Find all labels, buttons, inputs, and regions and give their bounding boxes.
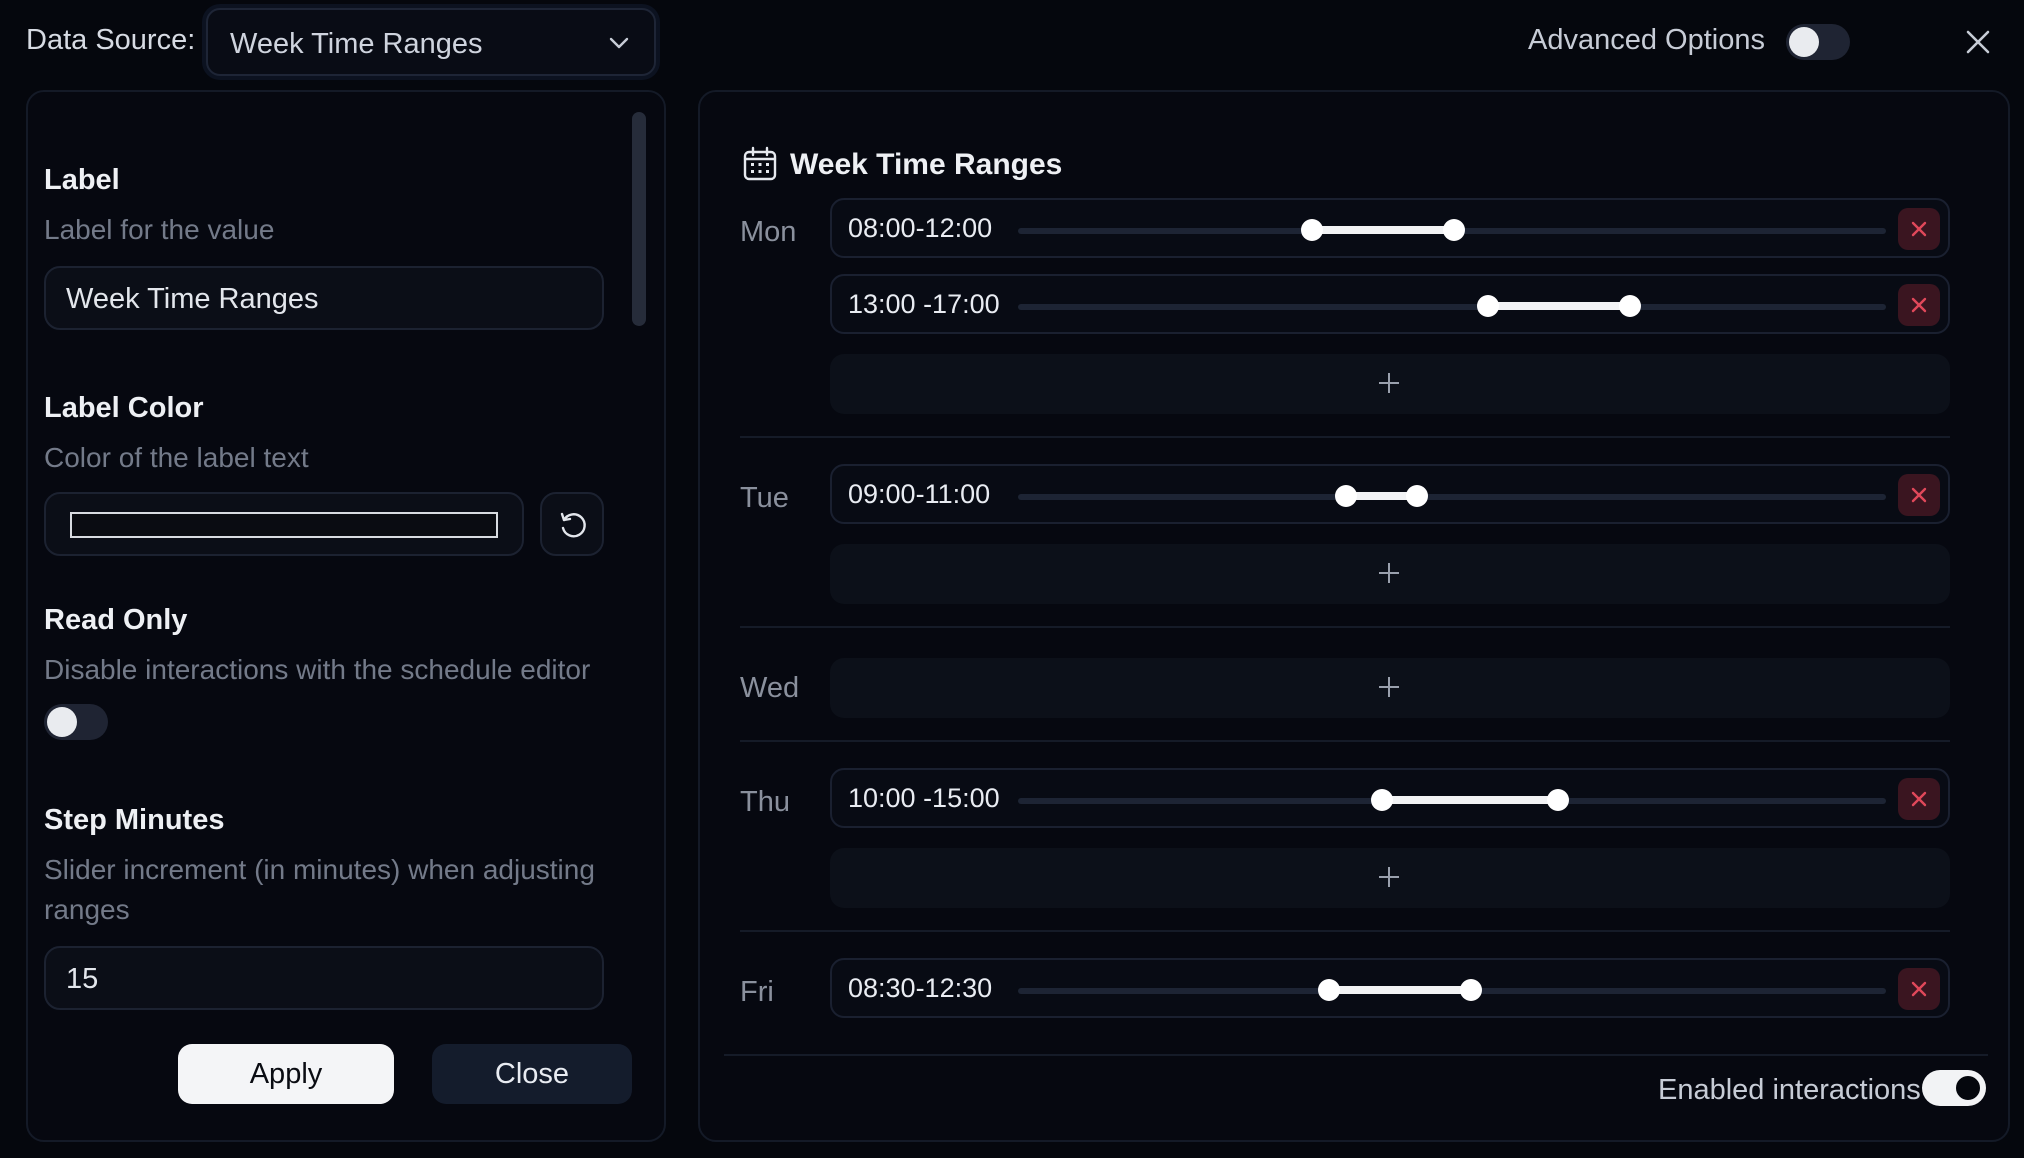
delete-icon xyxy=(1911,297,1927,313)
time-range-row: 13:00 -17:00 xyxy=(830,274,1950,334)
read-only-title: Read Only xyxy=(44,604,188,636)
step-minutes-title: Step Minutes xyxy=(44,804,225,836)
advanced-options-toggle[interactable] xyxy=(1786,24,1850,60)
delete-range-button[interactable] xyxy=(1898,284,1940,326)
data-source-select[interactable]: Week Time Ranges xyxy=(206,8,656,76)
day-label-tue: Tue xyxy=(740,482,789,514)
delete-range-button[interactable] xyxy=(1898,208,1940,250)
delete-icon xyxy=(1911,791,1927,807)
read-only-toggle[interactable] xyxy=(44,704,108,740)
label-input-value: Week Time Ranges xyxy=(66,283,319,315)
range-start-handle[interactable] xyxy=(1371,789,1393,811)
range-start-handle[interactable] xyxy=(1335,485,1357,507)
range-end-handle[interactable] xyxy=(1443,219,1465,241)
range-slider-track[interactable] xyxy=(1018,494,1886,500)
label-color-input[interactable] xyxy=(44,492,524,556)
data-source-label: Data Source: xyxy=(26,24,196,56)
range-time-text: 08:30-12:30 xyxy=(848,973,993,1003)
delete-range-button[interactable] xyxy=(1898,474,1940,516)
plus-icon xyxy=(1379,563,1399,583)
calendar-icon xyxy=(743,146,777,181)
label-input[interactable]: Week Time Ranges xyxy=(44,266,604,330)
plus-icon xyxy=(1379,867,1399,887)
chevron-down-icon xyxy=(609,37,629,49)
enabled-interactions-toggle[interactable] xyxy=(1922,1070,1986,1106)
delete-icon xyxy=(1911,981,1927,997)
step-minutes-input[interactable]: 15 xyxy=(44,946,604,1010)
schedule-panel: Week Time Ranges Mon 08:00-12:00 13:00 -… xyxy=(698,90,2010,1142)
read-only-description: Disable interactions with the schedule e… xyxy=(44,654,591,685)
time-range-row: 08:30-12:30 xyxy=(830,958,1950,1018)
toggle-knob xyxy=(47,707,77,737)
day-label-mon: Mon xyxy=(740,216,797,248)
color-swatch xyxy=(70,512,498,538)
day-divider xyxy=(740,930,1950,932)
range-end-handle[interactable] xyxy=(1619,295,1641,317)
add-range-button[interactable] xyxy=(830,658,1950,718)
settings-scrollbar[interactable] xyxy=(632,112,646,326)
plus-icon xyxy=(1379,677,1399,697)
range-start-handle[interactable] xyxy=(1477,295,1499,317)
delete-icon xyxy=(1911,221,1927,237)
delete-range-button[interactable] xyxy=(1898,968,1940,1010)
day-label-fri: Fri xyxy=(740,976,774,1008)
label-description: Label for the value xyxy=(44,214,275,245)
range-slider-fill xyxy=(1312,226,1454,234)
top-bar: Data Source: Week Time Ranges Advanced O… xyxy=(0,0,2024,86)
reset-icon xyxy=(560,512,586,538)
settings-panel: Label Label for the value Week Time Rang… xyxy=(26,90,666,1142)
range-slider-fill xyxy=(1382,796,1558,804)
range-slider-fill xyxy=(1488,302,1630,310)
day-label-wed: Wed xyxy=(740,672,800,704)
close-icon[interactable] xyxy=(1962,26,1994,58)
reset-color-button[interactable] xyxy=(540,492,604,556)
range-slider-fill xyxy=(1329,986,1471,994)
time-range-row: 09:00-11:00 xyxy=(830,464,1950,524)
range-start-handle[interactable] xyxy=(1318,979,1340,1001)
close-button[interactable]: Close xyxy=(432,1044,632,1104)
label-color-description: Color of the label text xyxy=(44,442,309,473)
range-start-handle[interactable] xyxy=(1301,219,1323,241)
label-title: Label xyxy=(44,164,120,196)
add-range-button[interactable] xyxy=(830,544,1950,604)
enabled-interactions-label: Enabled interactions xyxy=(1658,1074,1921,1106)
plus-icon xyxy=(1379,373,1399,393)
step-minutes-description: Slider increment (in minutes) when adjus… xyxy=(44,854,595,925)
day-divider xyxy=(740,436,1950,438)
label-color-title: Label Color xyxy=(44,392,204,424)
toggle-knob xyxy=(1789,27,1819,57)
range-end-handle[interactable] xyxy=(1547,789,1569,811)
toggle-knob xyxy=(1953,1073,1983,1103)
schedule-title: Week Time Ranges xyxy=(790,148,1063,181)
range-end-handle[interactable] xyxy=(1406,485,1428,507)
footer-divider xyxy=(724,1054,1988,1056)
add-range-button[interactable] xyxy=(830,354,1950,414)
range-time-text: 10:00 -15:00 xyxy=(848,783,1000,813)
delete-icon xyxy=(1911,487,1927,503)
step-minutes-value: 15 xyxy=(66,963,99,995)
delete-range-button[interactable] xyxy=(1898,778,1940,820)
day-divider xyxy=(740,626,1950,628)
add-range-button[interactable] xyxy=(830,848,1950,908)
range-slider-track[interactable] xyxy=(1018,304,1886,310)
range-time-text: 08:00-12:00 xyxy=(848,213,993,243)
day-divider xyxy=(740,740,1950,742)
range-time-text: 13:00 -17:00 xyxy=(848,289,1000,319)
day-label-thu: Thu xyxy=(740,786,790,818)
range-end-handle[interactable] xyxy=(1460,979,1482,1001)
time-range-row: 08:00-12:00 xyxy=(830,198,1950,258)
data-source-value: Week Time Ranges xyxy=(230,28,483,60)
time-range-row: 10:00 -15:00 xyxy=(830,768,1950,828)
advanced-options-label: Advanced Options xyxy=(1528,24,1765,56)
range-time-text: 09:00-11:00 xyxy=(848,479,991,509)
apply-button[interactable]: Apply xyxy=(178,1044,394,1104)
